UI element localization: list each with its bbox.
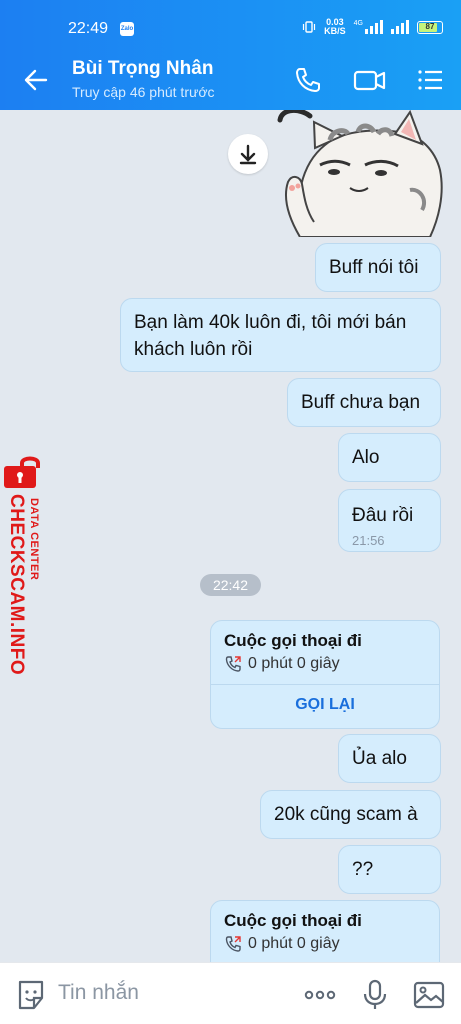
message-bubble[interactable]: Buff nói tôi: [315, 243, 441, 292]
status-bar: 22:49 Zalo 0.03 KB/S 4G 87: [0, 0, 461, 48]
message-bubble[interactable]: 20k cũng scam à: [260, 790, 441, 839]
message-timestamp: 21:56: [352, 533, 385, 548]
message-text: Ủa alo: [352, 748, 407, 769]
microphone-icon[interactable]: [358, 978, 392, 1012]
call-duration: 0 phút 0 giây: [248, 655, 340, 672]
call-title: Cuộc gọi thoại đi: [224, 911, 362, 930]
watermark-main-text: CHECKSCAM.INFO: [6, 494, 27, 676]
divider: [211, 684, 439, 685]
message-text: Buff chưa bạn: [301, 392, 421, 413]
more-icon[interactable]: [303, 978, 337, 1012]
contact-name[interactable]: Bùi Trọng Nhân: [72, 58, 213, 80]
vibrate-icon: [303, 21, 316, 33]
signal-2-icon: [391, 20, 409, 34]
zalo-notification-icon: Zalo: [120, 22, 134, 36]
message-bubble[interactable]: ??: [338, 845, 441, 894]
message-text: Đâu rồi: [352, 505, 414, 526]
message-text: ??: [352, 859, 374, 880]
message-bubble[interactable]: Ủa alo: [338, 734, 441, 783]
message-bubble[interactable]: Buff chưa bạn: [287, 378, 441, 427]
watermark-sub-text: DATA CENTER: [28, 498, 40, 581]
message-bubble[interactable]: Bạn làm 40k luôn đi, tôi mới bán khách l…: [120, 298, 441, 372]
last-seen-status: Truy cập 46 phút trước: [72, 84, 215, 100]
message-text: 20k cũng scam à: [274, 804, 418, 825]
menu-list-icon[interactable]: [414, 64, 446, 96]
lock-icon: [4, 456, 40, 488]
checkscam-watermark: CHECKSCAM.INFO DATA CENTER: [0, 452, 52, 676]
message-text: Alo: [352, 447, 380, 468]
call-duration-row: 0 phút 0 giây: [224, 655, 340, 673]
battery-icon: 87: [417, 20, 443, 34]
download-sticker-button[interactable]: [228, 134, 268, 174]
status-time: 22:49: [68, 20, 109, 37]
message-bubble[interactable]: Alo: [338, 433, 441, 482]
outgoing-call-icon: [225, 656, 241, 672]
message-text: Buff nói tôi: [329, 257, 419, 278]
video-call-icon[interactable]: [352, 64, 388, 96]
message-text: Bạn làm 40k luôn đi, tôi mới bán khách l…: [134, 312, 407, 360]
call-duration: 0 phút 0 giây: [248, 935, 340, 952]
cat-sticker[interactable]: [270, 110, 445, 237]
call-card[interactable]: Cuộc gọi thoại đi 0 phút 0 giây GỌI LẠI: [210, 620, 440, 729]
sticker-icon[interactable]: [14, 978, 48, 1012]
message-composer: Tin nhắn: [0, 962, 461, 1024]
chat-header: Bùi Trọng Nhân Truy cập 46 phút trước: [0, 48, 461, 110]
message-bubble[interactable]: Đâu rồi 21:56: [338, 489, 441, 552]
back-arrow-icon[interactable]: [20, 64, 52, 96]
outgoing-call-icon: [225, 936, 241, 952]
signal-icon: 4G: [354, 20, 383, 34]
message-input[interactable]: Tin nhắn: [58, 981, 139, 1005]
network-speed: 0.03 KB/S: [324, 17, 346, 36]
image-icon[interactable]: [412, 978, 446, 1012]
call-duration-row: 0 phút 0 giây: [224, 935, 340, 953]
call-back-button[interactable]: GỌI LẠI: [211, 696, 439, 714]
download-icon: [239, 144, 257, 165]
call-title: Cuộc gọi thoại đi: [224, 631, 362, 650]
status-indicators: 0.03 KB/S 4G 87: [302, 18, 443, 36]
time-separator: 22:42: [200, 574, 261, 596]
phone-icon[interactable]: [292, 64, 324, 96]
